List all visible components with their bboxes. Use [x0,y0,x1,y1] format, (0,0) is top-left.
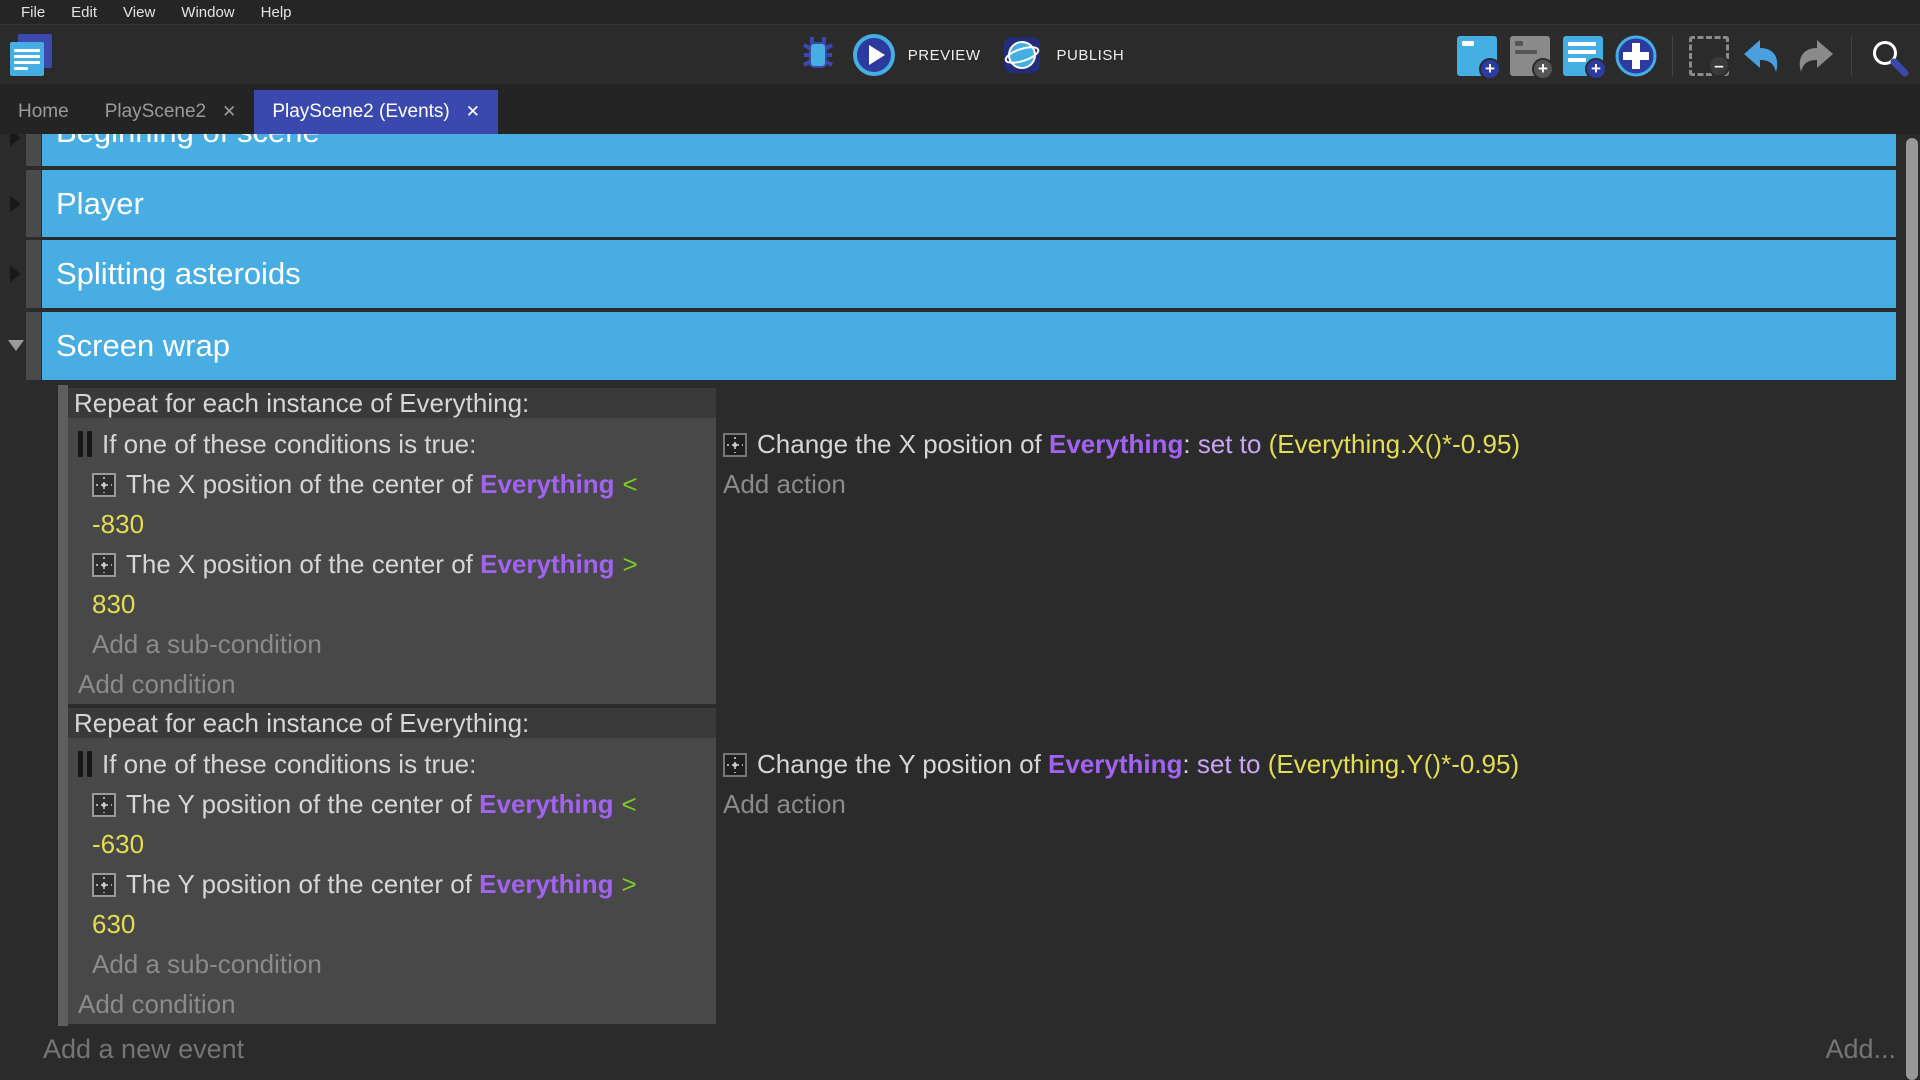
position-icon [92,473,116,497]
menu-file[interactable]: File [8,4,58,21]
add-new-event-button[interactable]: Add a new event [43,1034,244,1065]
position-icon [92,793,116,817]
publish-button[interactable]: PUBLISH [1056,47,1124,64]
undo-icon[interactable] [1740,34,1784,78]
publish-globe-icon[interactable] [1000,33,1044,77]
or-icon [78,751,92,777]
group-drag-handle[interactable] [26,312,41,380]
actions-panel: Change the X position of Everything: set… [723,424,1643,504]
event-group-player[interactable]: Player [42,170,1896,237]
choose-add-event-icon[interactable] [1614,34,1658,78]
repeat-event-header[interactable]: Repeat for each instance of Everything: [68,388,716,418]
menu-window[interactable]: Window [168,4,247,21]
event-group-screen-wrap[interactable]: Screen wrap [42,312,1896,380]
chevron-right-icon[interactable] [10,266,21,282]
position-icon [723,433,747,457]
menu-help[interactable]: Help [248,4,305,21]
search-icon[interactable] [1866,34,1910,78]
add-more-button[interactable]: Add... [1825,1034,1896,1065]
or-condition-row[interactable]: If one of these conditions is true: [78,744,708,784]
tab-playscene2-events[interactable]: PlayScene2 (Events) ✕ [254,90,498,134]
tab-playscene2[interactable]: PlayScene2 ✕ [87,90,255,134]
add-action-button[interactable]: Add action [723,784,1643,824]
close-icon[interactable]: ✕ [466,102,480,122]
close-icon[interactable]: ✕ [222,102,236,122]
conditions-panel: If one of these conditions is true: The … [68,738,716,1024]
chevron-down-icon[interactable] [8,340,24,351]
remove-selection-icon[interactable]: – [1687,34,1731,78]
group-drag-handle[interactable] [26,240,41,308]
or-icon [78,431,92,457]
menu-view[interactable]: View [110,4,168,21]
add-event-icon[interactable]: + [1455,34,1499,78]
group-drag-handle[interactable] [26,170,41,237]
event-group-splitting-asteroids[interactable]: Splitting asteroids [42,240,1896,308]
add-sub-event-icon[interactable]: + [1561,34,1605,78]
toolbar-separator [1851,36,1852,76]
preview-button[interactable]: PREVIEW [908,47,981,64]
add-condition-button[interactable]: Add condition [78,664,708,704]
condition-row[interactable]: The X position of the center of Everythi… [92,544,708,624]
action-row[interactable]: Change the X position of Everything: set… [723,424,1643,464]
menu-edit[interactable]: Edit [58,4,110,21]
menu-bar: File Edit View Window Help [0,0,1920,24]
redo-icon[interactable] [1793,34,1837,78]
tab-home[interactable]: Home [0,90,87,134]
add-action-button[interactable]: Add action [723,464,1643,504]
add-comment-icon[interactable]: + [1508,34,1552,78]
add-sub-condition-button[interactable]: Add a sub-condition [92,624,708,664]
group-indent-bar [58,385,68,1026]
or-condition-row[interactable]: If one of these conditions is true: [78,424,708,464]
conditions-panel: If one of these conditions is true: The … [68,418,716,704]
repeat-event-header[interactable]: Repeat for each instance of Everything: [68,708,716,738]
events-sheet: Beginning of scene Player Splitting aste… [0,134,1920,1080]
condition-row[interactable]: The Y position of the center of Everythi… [92,784,708,864]
event-group-beginning-of-scene[interactable]: Beginning of scene [0,134,1920,166]
vertical-scrollbar[interactable] [1906,138,1918,1080]
add-sub-condition-button[interactable]: Add a sub-condition [92,944,708,984]
action-row[interactable]: Change the Y position of Everything: set… [723,744,1643,784]
main-toolbar: PREVIEW PUBLISH + + [0,24,1920,84]
debug-bug-icon[interactable] [796,33,840,77]
tab-bar: Home PlayScene2 ✕ PlayScene2 (Events) ✕ [0,84,1920,134]
chevron-right-icon[interactable] [10,196,21,212]
position-icon [92,553,116,577]
chevron-right-icon[interactable] [10,134,21,146]
toolbar-separator [1672,36,1673,76]
add-condition-button[interactable]: Add condition [78,984,708,1024]
position-icon [92,873,116,897]
condition-row[interactable]: The Y position of the center of Everythi… [92,864,708,944]
condition-row[interactable]: The X position of the center of Everythi… [92,464,708,544]
preview-play-icon[interactable] [852,33,896,77]
position-icon [723,753,747,777]
actions-panel: Change the Y position of Everything: set… [723,744,1643,824]
